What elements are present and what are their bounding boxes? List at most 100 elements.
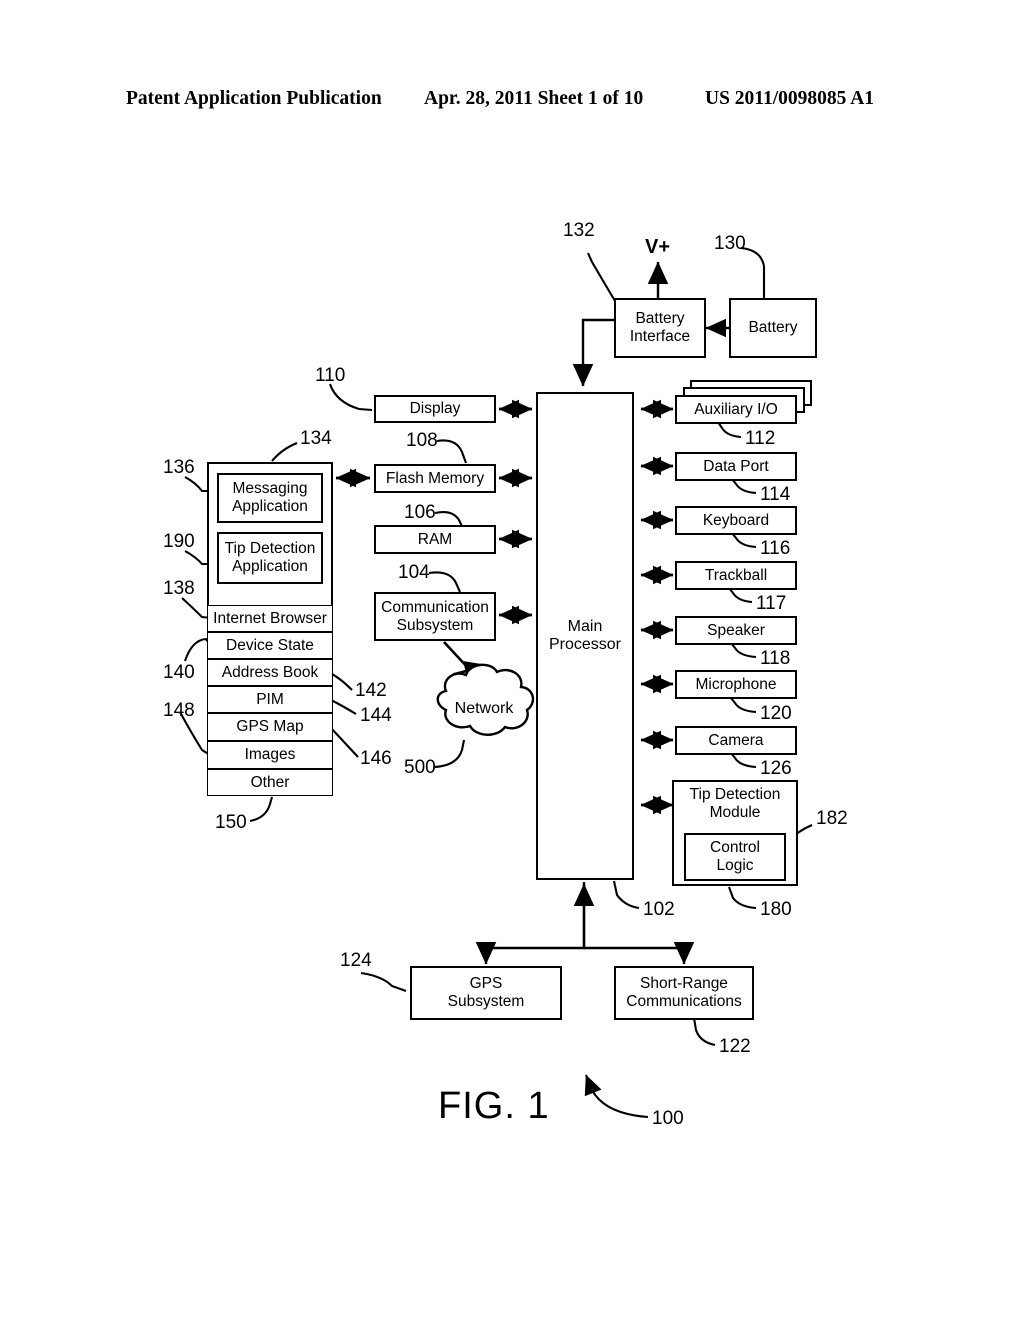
ref-117: 117: [756, 593, 787, 614]
camera-box[interactable]: Camera: [675, 726, 797, 755]
ref-150: 150: [215, 812, 247, 833]
short-range-line1: Short-Range: [640, 975, 728, 993]
ref-106: 106: [404, 502, 436, 523]
camera-label: Camera: [708, 731, 764, 749]
app-row-other[interactable]: Other: [207, 769, 333, 796]
v-plus-label: V+: [645, 236, 671, 258]
display-label: Display: [409, 400, 461, 418]
ref-182: 182: [816, 808, 848, 829]
tip-detection-application-box[interactable]: Tip Detection Application: [217, 532, 323, 584]
ref-132: 132: [563, 220, 595, 241]
battery-interface-line2: Interface: [629, 328, 691, 345]
ram-label: RAM: [417, 530, 453, 548]
display-box[interactable]: Display: [374, 395, 496, 423]
gps-subsystem-line2: Subsystem: [447, 993, 525, 1010]
speaker-box[interactable]: Speaker: [675, 616, 797, 645]
figure-caption: FIG. 1: [438, 1085, 550, 1127]
app-row-label: PIM: [256, 690, 284, 708]
ref-148: 148: [163, 700, 195, 721]
header-publication: Patent Application Publication: [126, 88, 382, 109]
keyboard-box[interactable]: Keyboard: [675, 506, 797, 535]
patent-figure-page: Patent Application Publication Apr. 28, …: [0, 0, 1024, 1320]
page-header: Patent Application Publication Apr. 28, …: [0, 88, 1024, 118]
ref-126: 126: [760, 758, 792, 779]
trackball-label: Trackball: [704, 566, 768, 584]
app-row-device-state[interactable]: Device State: [207, 632, 333, 659]
app-row-label: Address Book: [221, 663, 319, 681]
battery-box[interactable]: Battery: [729, 298, 817, 358]
ref-130: 130: [714, 233, 746, 254]
main-processor-line1: Main: [567, 617, 603, 635]
header-doc-number: US 2011/0098085 A1: [705, 88, 875, 109]
microphone-box[interactable]: Microphone: [675, 670, 797, 699]
ref-500: 500: [404, 757, 436, 778]
control-logic-line2: Logic: [716, 857, 754, 874]
main-processor-box[interactable]: Main Processor: [536, 392, 634, 880]
main-processor-line2: Processor: [548, 636, 622, 653]
tip-detection-app-line1: Tip Detection: [224, 540, 316, 558]
header-date-sheet: Apr. 28, 2011 Sheet 1 of 10: [424, 88, 644, 109]
comm-subsystem-line2: Subsystem: [396, 616, 474, 634]
ref-100: 100: [652, 1108, 684, 1129]
ref-112: 112: [745, 428, 776, 449]
ref-140: 140: [163, 662, 195, 683]
ref-134: 134: [300, 428, 332, 449]
app-row-label: Images: [244, 746, 296, 764]
ref-180: 180: [760, 899, 792, 920]
control-logic-line1: Control: [710, 839, 760, 857]
network-label: Network: [454, 700, 514, 717]
messaging-application-box[interactable]: Messaging Application: [217, 473, 323, 523]
ref-118: 118: [760, 648, 791, 669]
ref-144: 144: [360, 705, 392, 726]
ref-136: 136: [163, 457, 195, 478]
flash-memory-box[interactable]: Flash Memory: [374, 464, 496, 493]
ref-190: 190: [163, 531, 195, 552]
gps-subsystem-line1: GPS: [469, 975, 503, 993]
app-row-images[interactable]: Images: [207, 741, 333, 769]
battery-interface-box[interactable]: Battery Interface: [614, 298, 706, 358]
short-range-communications-box[interactable]: Short-Range Communications: [614, 966, 754, 1020]
ref-120: 120: [760, 703, 792, 724]
tip-detection-module-line1: Tip Detection: [689, 786, 781, 803]
control-logic-box[interactable]: Control Logic: [684, 833, 786, 881]
data-port-label: Data Port: [703, 457, 769, 475]
short-range-line2: Communications: [626, 993, 742, 1010]
tip-detection-module-title: Tip Detection Module: [672, 786, 798, 821]
ref-142: 142: [355, 680, 387, 701]
tip-detection-app-line2: Application: [232, 558, 308, 575]
ref-114: 114: [760, 484, 791, 505]
trackball-box[interactable]: Trackball: [675, 561, 797, 590]
keyboard-label: Keyboard: [702, 511, 770, 529]
app-row-address-book[interactable]: Address Book: [207, 659, 333, 686]
gps-subsystem-box[interactable]: GPS Subsystem: [410, 966, 562, 1020]
ref-102: 102: [643, 899, 675, 920]
ref-108: 108: [406, 430, 438, 451]
app-row-label: Device State: [226, 636, 314, 654]
flash-memory-label: Flash Memory: [385, 469, 485, 487]
ref-138: 138: [163, 578, 195, 599]
ram-box[interactable]: RAM: [374, 525, 496, 554]
data-port-box[interactable]: Data Port: [675, 452, 797, 481]
battery-interface-line1: Battery: [635, 310, 685, 328]
app-row-gps-map[interactable]: GPS Map: [207, 713, 333, 741]
ref-116: 116: [760, 538, 791, 559]
auxiliary-io-box[interactable]: Auxiliary I/O: [675, 395, 797, 424]
communication-subsystem-box[interactable]: Communication Subsystem: [374, 592, 496, 641]
messaging-line2: Application: [232, 498, 308, 515]
speaker-label: Speaker: [707, 621, 765, 639]
auxiliary-io-label: Auxiliary I/O: [694, 400, 778, 418]
ref-122: 122: [719, 1036, 751, 1057]
tip-detection-module-line2: Module: [709, 803, 761, 821]
app-row-label: Other: [250, 773, 290, 791]
app-row-pim[interactable]: PIM: [207, 686, 333, 713]
ref-110: 110: [315, 365, 346, 386]
app-row-label: Internet Browser: [213, 609, 327, 627]
ref-124: 124: [340, 950, 372, 971]
microphone-label: Microphone: [695, 675, 777, 693]
comm-subsystem-line1: Communication: [381, 598, 489, 616]
ref-146: 146: [360, 748, 392, 769]
app-row-internet-browser[interactable]: Internet Browser: [207, 605, 333, 632]
messaging-line1: Messaging: [232, 480, 308, 498]
battery-label: Battery: [748, 319, 798, 337]
ref-104: 104: [398, 562, 430, 583]
